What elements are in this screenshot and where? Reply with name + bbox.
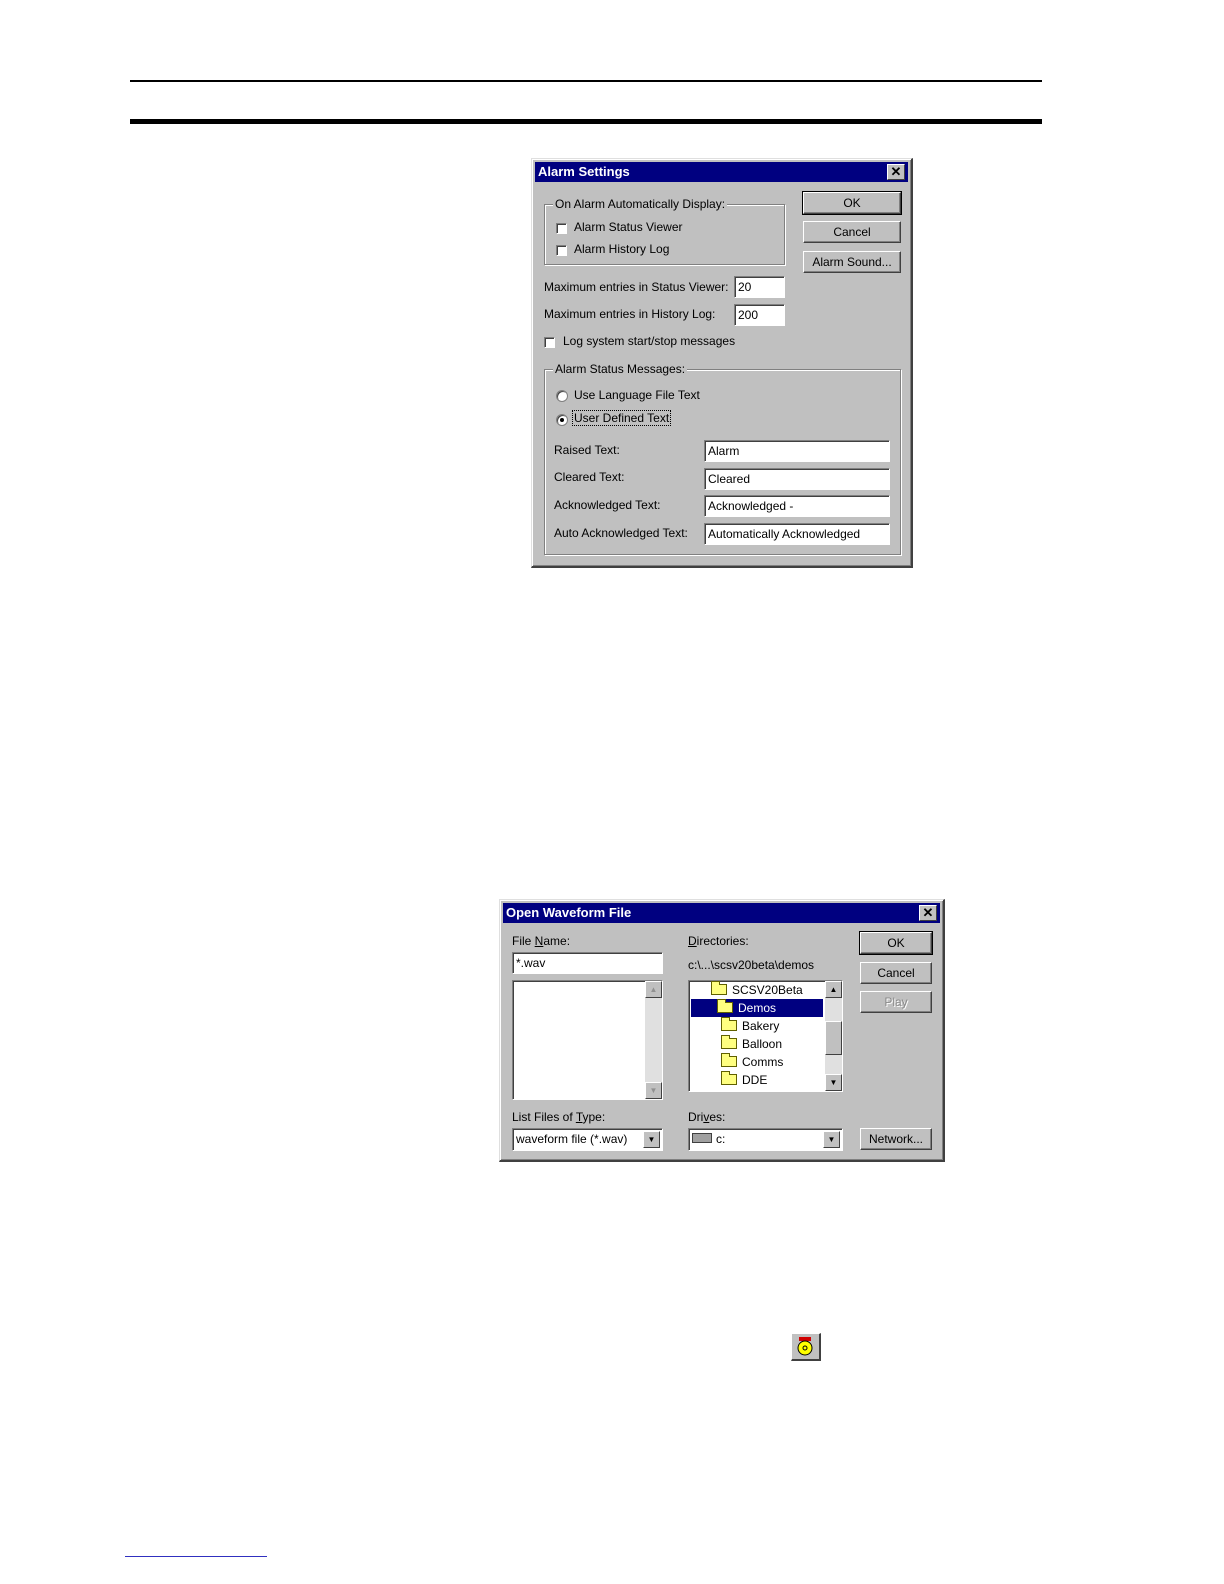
- ok-button[interactable]: OK: [859, 931, 933, 955]
- acknowledged-text-label: Acknowledged Text:: [554, 498, 661, 512]
- file-name-input[interactable]: *.wav: [512, 952, 663, 974]
- auto-ack-text-input[interactable]: Automatically Acknowledged: [704, 523, 890, 545]
- dir-item-bakery[interactable]: Bakery: [721, 1017, 783, 1035]
- user-defined-label[interactable]: User Defined Text: [571, 410, 672, 426]
- scroll-up-icon[interactable]: ▲: [645, 981, 662, 998]
- scroll-thumb[interactable]: [825, 1021, 842, 1055]
- open-waveform-titlebar[interactable]: Open Waveform File ✕: [503, 903, 940, 923]
- list-type-value: waveform file (*.wav): [516, 1132, 628, 1146]
- status-viewer-checkbox[interactable]: [556, 223, 567, 234]
- max-history-label: Maximum entries in History Log:: [544, 307, 716, 321]
- header-rule-thin: [130, 80, 1042, 82]
- folder-icon: [721, 1053, 737, 1067]
- alarm-bell-icon: [797, 1337, 813, 1356]
- folder-icon: [721, 1071, 737, 1085]
- network-button[interactable]: Network...: [860, 1128, 932, 1150]
- cancel-button[interactable]: Cancel: [860, 962, 932, 984]
- drives-select[interactable]: c: ▼: [688, 1128, 843, 1151]
- status-messages-group-title: Alarm Status Messages:: [553, 362, 688, 376]
- folder-open-icon: [711, 981, 727, 995]
- drive-icon: [692, 1133, 712, 1143]
- chevron-down-icon[interactable]: ▼: [643, 1131, 660, 1148]
- alarm-settings-title: Alarm Settings: [538, 164, 630, 179]
- max-status-input[interactable]: 20: [734, 276, 785, 298]
- auto-ack-text-label: Auto Acknowledged Text:: [554, 526, 688, 540]
- raised-text-input[interactable]: Alarm: [704, 440, 890, 462]
- alarm-toolbar-icon[interactable]: [791, 1333, 821, 1361]
- status-viewer-label[interactable]: Alarm Status Viewer: [574, 220, 683, 234]
- drives-value: c:: [716, 1132, 726, 1146]
- folder-icon: [721, 1017, 737, 1031]
- use-language-label[interactable]: Use Language File Text: [574, 388, 700, 402]
- close-icon[interactable]: ✕: [919, 905, 937, 921]
- close-icon[interactable]: ✕: [887, 164, 905, 180]
- max-history-input[interactable]: 200: [734, 304, 785, 326]
- directory-list-scrollbar[interactable]: ▲ ▼: [825, 981, 842, 1091]
- scroll-down-icon[interactable]: ▼: [645, 1082, 662, 1099]
- play-button[interactable]: Play: [860, 991, 932, 1013]
- list-type-select[interactable]: waveform file (*.wav) ▼: [512, 1128, 663, 1151]
- open-waveform-dialog: Open Waveform File ✕ File Name: *.wav ▲ …: [499, 899, 945, 1162]
- chevron-down-icon[interactable]: ▼: [823, 1131, 840, 1148]
- directories-label: Directories:: [688, 934, 749, 948]
- history-log-checkbox[interactable]: [556, 245, 567, 256]
- current-path: c:\...\scsv20beta\demos: [688, 958, 815, 972]
- file-list-scrollbar[interactable]: ▲ ▼: [645, 981, 662, 1099]
- list-type-label: List Files of Type:: [512, 1110, 606, 1124]
- cleared-text-input[interactable]: Cleared: [704, 468, 890, 490]
- alarm-settings-dialog: Alarm Settings ✕ On Alarm Automatically …: [531, 158, 913, 568]
- user-defined-radio[interactable]: [556, 414, 568, 426]
- cleared-text-label: Cleared Text:: [554, 470, 625, 484]
- raised-text-label: Raised Text:: [554, 443, 620, 457]
- status-messages-group: Alarm Status Messages: Use Language File…: [544, 362, 901, 555]
- dir-item-balloon[interactable]: Balloon: [721, 1035, 786, 1053]
- header-rule-thick: [130, 119, 1042, 124]
- open-waveform-title: Open Waveform File: [506, 905, 632, 920]
- file-list[interactable]: ▲ ▼: [512, 980, 663, 1100]
- cancel-button[interactable]: Cancel: [803, 221, 901, 243]
- dir-item-comms[interactable]: Comms: [721, 1053, 787, 1071]
- use-language-radio[interactable]: [556, 390, 568, 402]
- history-log-label[interactable]: Alarm History Log: [574, 242, 669, 256]
- alarm-settings-titlebar[interactable]: Alarm Settings ✕: [535, 162, 908, 182]
- folder-open-icon: [717, 999, 733, 1013]
- alarm-sound-button[interactable]: Alarm Sound...: [803, 251, 901, 273]
- log-system-label[interactable]: Log system start/stop messages: [563, 334, 735, 348]
- acknowledged-text-input[interactable]: Acknowledged -: [704, 495, 890, 517]
- ok-button[interactable]: OK: [802, 191, 902, 215]
- directory-list[interactable]: SCSV20Beta Demos Bakery Balloon Comms DD…: [688, 980, 843, 1092]
- dir-item-dde[interactable]: DDE: [721, 1071, 771, 1089]
- footer-link-rule: [125, 1556, 267, 1557]
- scroll-up-icon[interactable]: ▲: [825, 981, 842, 998]
- dir-item-demos[interactable]: Demos: [691, 999, 823, 1017]
- auto-display-group: On Alarm Automatically Display: Alarm St…: [544, 197, 785, 265]
- log-system-checkbox[interactable]: [544, 337, 555, 348]
- drives-label: Drives:: [688, 1110, 726, 1124]
- auto-display-group-title: On Alarm Automatically Display:: [553, 197, 728, 211]
- folder-icon: [721, 1035, 737, 1049]
- file-name-label: File Name:: [512, 934, 571, 948]
- scroll-down-icon[interactable]: ▼: [825, 1074, 842, 1091]
- max-status-label: Maximum entries in Status Viewer:: [544, 280, 729, 294]
- dir-item-scsv20beta[interactable]: SCSV20Beta: [711, 981, 807, 999]
